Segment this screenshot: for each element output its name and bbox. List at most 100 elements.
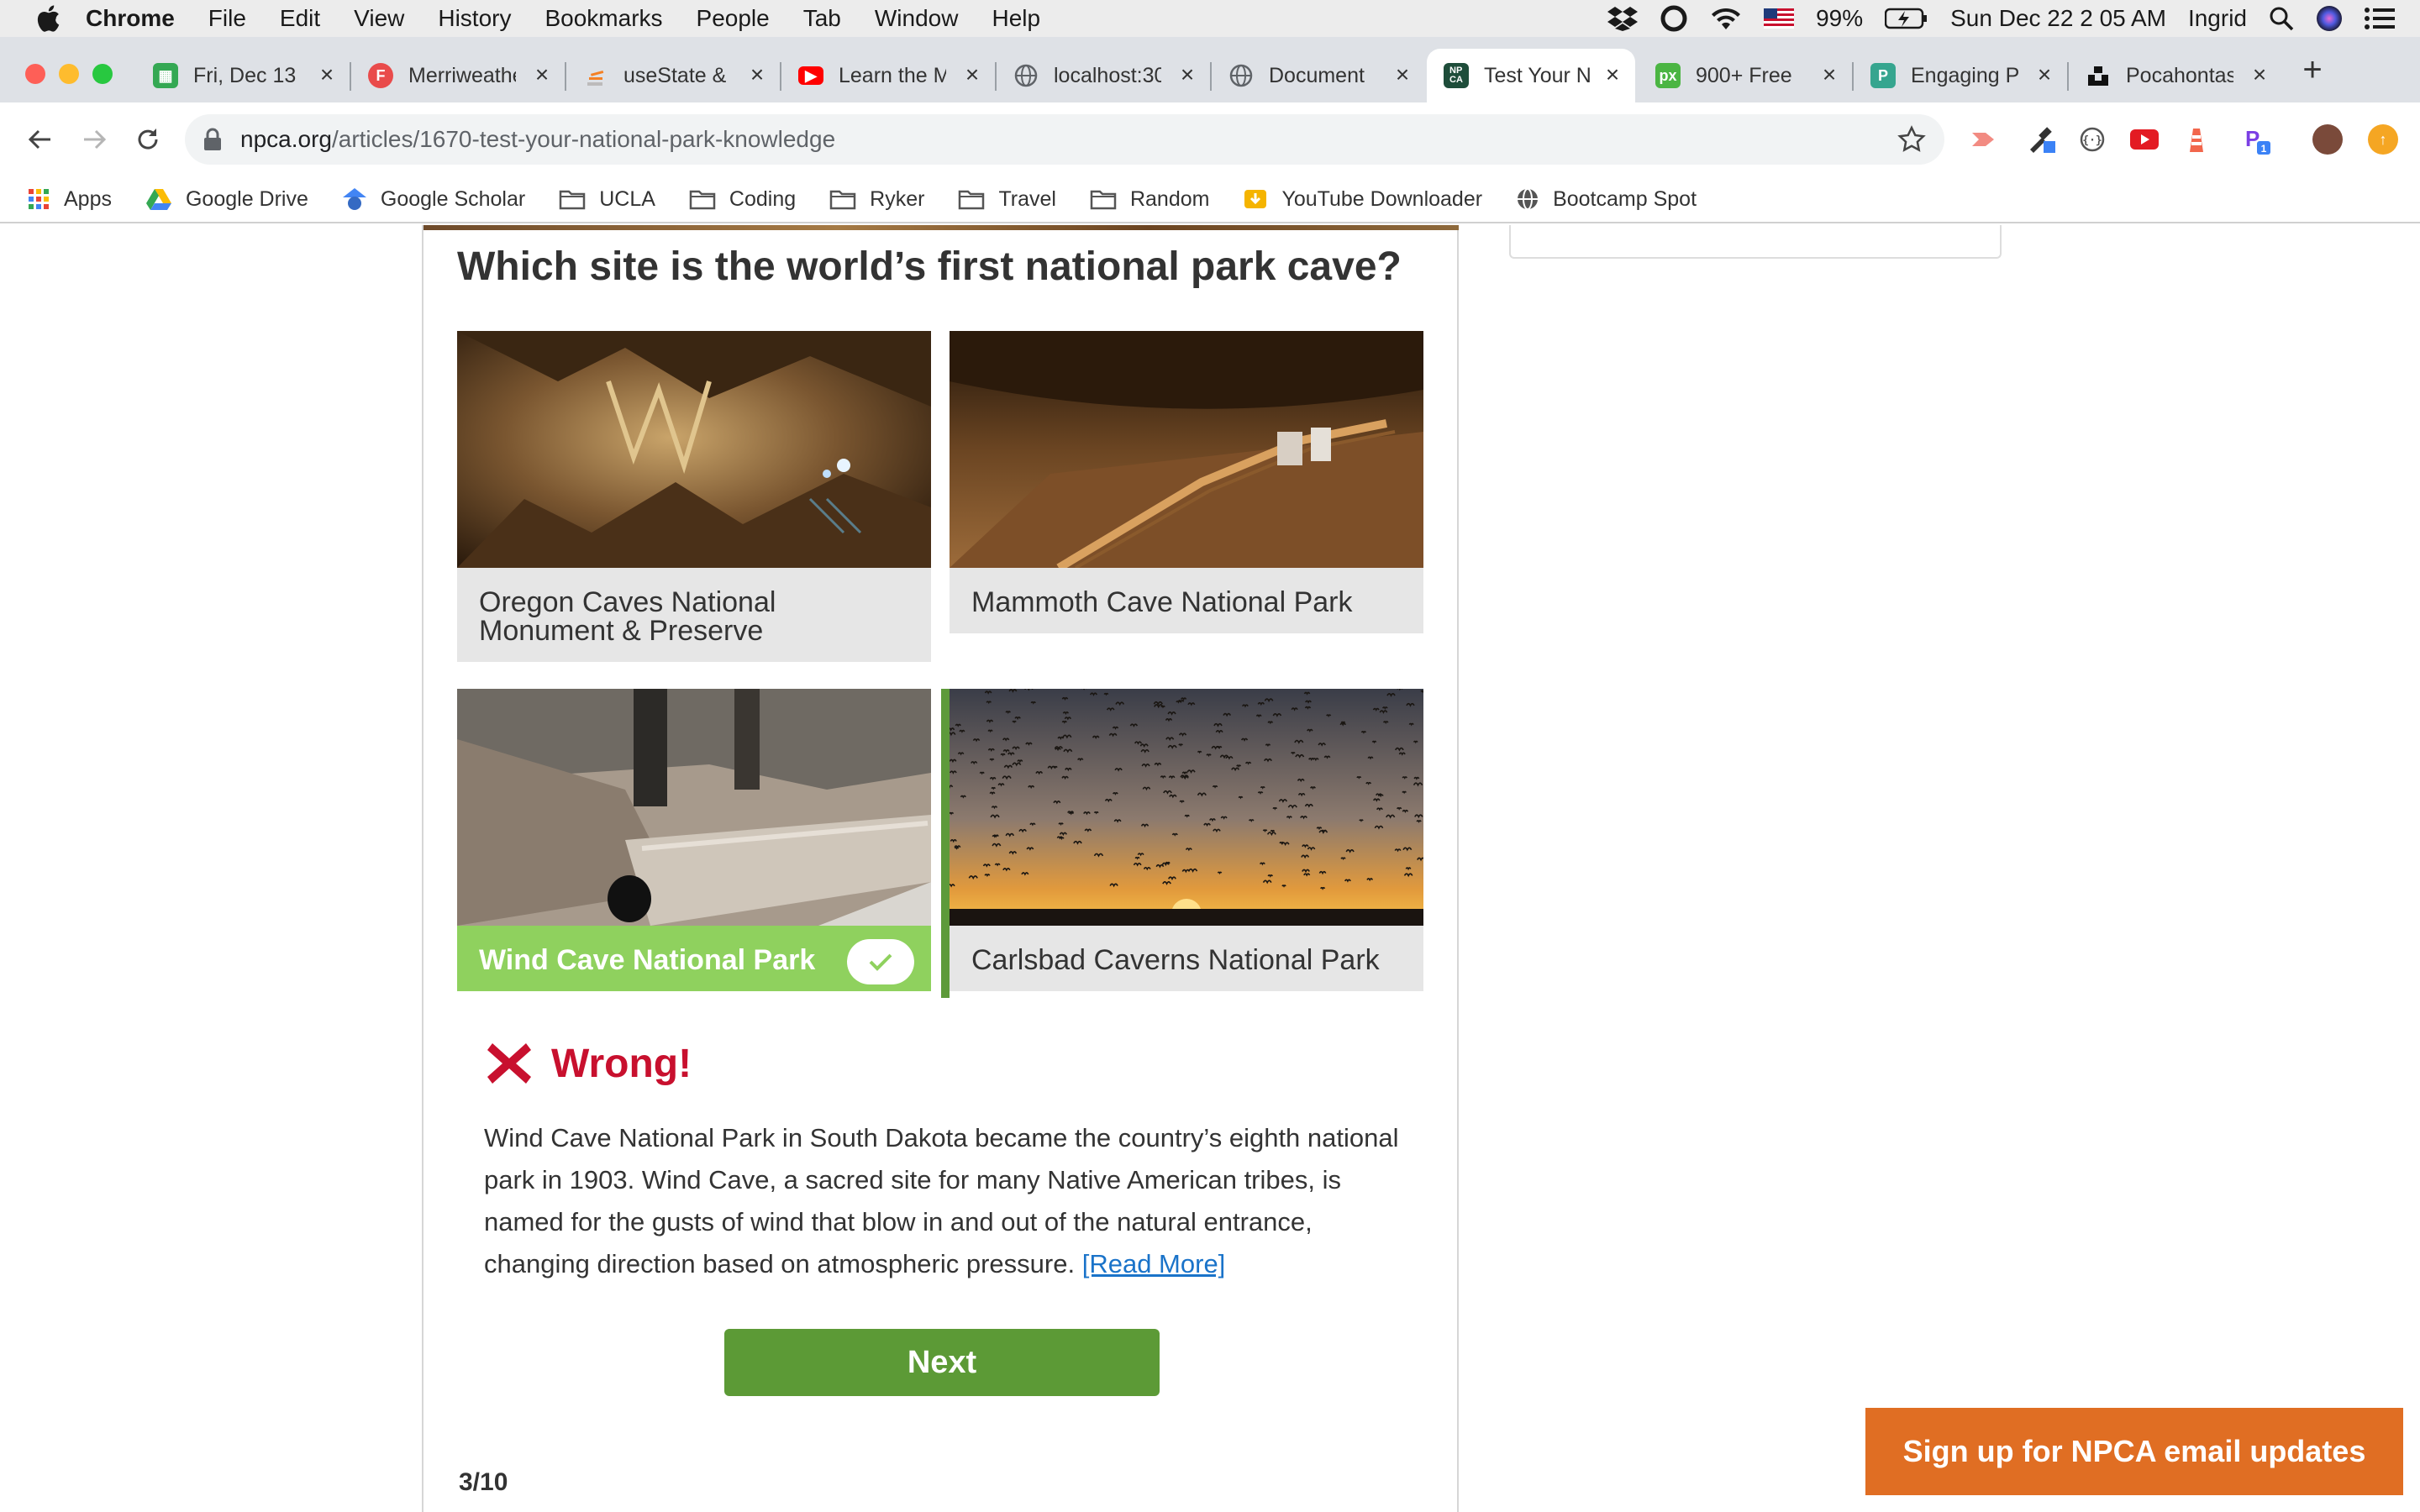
bookmark-folder-coding[interactable]: Coding — [689, 187, 796, 212]
notification-center-icon[interactable] — [2365, 7, 2395, 30]
tab-title: Merriweather — [408, 63, 516, 87]
bookmark-folder-ucla[interactable]: UCLA — [559, 187, 655, 212]
close-tab-icon[interactable]: × — [1176, 63, 1198, 87]
bookmark-label: Coding — [729, 186, 797, 211]
us-flag-icon[interactable] — [1764, 8, 1795, 29]
tab-4[interactable]: localhost:30 × — [997, 49, 1212, 102]
menu-tab[interactable]: Tab — [803, 5, 841, 32]
read-more-link[interactable]: [Read More] — [1082, 1249, 1226, 1278]
dropbox-icon[interactable] — [1607, 6, 1639, 31]
oregon-caves-photo — [457, 331, 931, 568]
answer-label: Oregon Caves National Monument & Preserv… — [457, 568, 931, 662]
answer-feedback: Wrong! — [486, 1040, 692, 1087]
bookmark-label: Travel — [998, 186, 1056, 211]
answer-option-wind-cave-correct[interactable]: Wind Cave National Park — [457, 689, 931, 998]
forward-icon[interactable] — [76, 121, 113, 158]
bookmark-folder-ryker[interactable]: Ryker — [829, 187, 924, 212]
siri-icon[interactable] — [2316, 5, 2343, 32]
tab-5[interactable]: Document × — [1212, 49, 1425, 102]
menu-window[interactable]: Window — [875, 5, 959, 32]
close-tab-icon[interactable]: × — [1818, 63, 1840, 87]
reload-icon[interactable] — [129, 121, 166, 158]
window-zoom-button[interactable] — [92, 64, 113, 84]
close-tab-icon[interactable]: × — [961, 63, 983, 87]
close-tab-icon[interactable]: × — [1392, 63, 1413, 87]
folder-icon — [559, 188, 586, 210]
tab-7[interactable]: px 900+ Free × — [1639, 49, 1854, 102]
menu-people[interactable]: People — [697, 5, 770, 32]
bookmark-apps[interactable]: Apps — [27, 187, 112, 212]
user-name[interactable]: Ingrid — [2188, 5, 2247, 32]
bookmark-google-scholar[interactable]: Google Scholar — [342, 186, 525, 212]
circle-status-icon[interactable] — [1660, 4, 1688, 33]
close-tab-icon[interactable]: × — [2033, 63, 2055, 87]
quiz-progress: 3/10 — [459, 1468, 508, 1496]
correct-check-icon — [847, 939, 914, 984]
clock[interactable]: Sun Dec 22 2 05 AM — [1950, 5, 2166, 32]
tab-2[interactable]: useState & × — [566, 49, 781, 102]
close-tab-icon[interactable]: × — [316, 63, 338, 87]
menu-app-name[interactable]: Chrome — [86, 5, 175, 32]
close-tab-icon[interactable]: × — [746, 63, 768, 87]
previous-question-image-edge — [424, 225, 1459, 230]
youtube-extension-icon[interactable] — [2129, 124, 2160, 155]
spotlight-search-icon[interactable] — [2269, 6, 2294, 31]
wind-cave-photo — [457, 689, 931, 926]
bookmark-google-drive[interactable]: Google Drive — [145, 187, 308, 212]
tab-8[interactable]: P Engaging Pr × — [1854, 49, 2069, 102]
back-icon[interactable] — [22, 121, 59, 158]
tab-title: Test Your N — [1484, 63, 1591, 87]
extension-arrow-icon[interactable] — [1970, 124, 2000, 155]
next-button[interactable]: Next — [724, 1329, 1160, 1396]
code-extension-icon[interactable]: {·} — [2077, 124, 2107, 155]
menu-bookmarks[interactable]: Bookmarks — [544, 5, 662, 32]
apple-logo-icon[interactable] — [35, 4, 60, 33]
answer-option-mammoth-cave[interactable]: Mammoth Cave National Park — [950, 331, 1423, 640]
menu-edit[interactable]: Edit — [280, 5, 320, 32]
carlsbad-bats-photo — [950, 689, 1423, 926]
bookmark-star-icon[interactable] — [1897, 125, 1926, 154]
tab-9[interactable]: Pocahontas × — [2069, 49, 2282, 102]
profile-avatar[interactable] — [2312, 124, 2343, 155]
f-logo-icon: F — [368, 63, 393, 88]
p-extension-icon[interactable]: P1 — [2242, 124, 2272, 155]
svg-text:{·}: {·} — [2082, 134, 2102, 147]
lock-icon[interactable] — [203, 128, 222, 151]
window-minimize-button[interactable] — [59, 64, 79, 84]
email-signup-button[interactable]: Sign up for NPCA email updates — [1865, 1408, 2403, 1495]
close-tab-icon[interactable]: × — [2249, 63, 2270, 87]
battery-charging-icon[interactable] — [1885, 8, 1928, 29]
macos-menu-bar: Chrome File Edit View History Bookmarks … — [0, 0, 2420, 37]
tab-title: Fri, Dec 13 2 — [193, 63, 301, 87]
menu-view[interactable]: View — [354, 5, 404, 32]
answer-option-oregon-caves[interactable]: Oregon Caves National Monument & Preserv… — [457, 331, 931, 667]
tab-6-active[interactable]: NP CA Test Your N × — [1427, 49, 1635, 102]
npca-icon: NP CA — [1444, 63, 1469, 88]
bookmark-folder-random[interactable]: Random — [1090, 187, 1209, 212]
close-tab-icon[interactable]: × — [1602, 63, 1623, 87]
battery-percent: 99% — [1816, 5, 1864, 31]
new-tab-icon[interactable]: + — [2297, 53, 2328, 87]
lighthouse-extension-icon[interactable] — [2181, 124, 2212, 155]
url-domain: npca.org — [240, 126, 332, 152]
menu-history[interactable]: History — [438, 5, 511, 32]
close-tab-icon[interactable]: × — [531, 63, 553, 87]
bookmark-youtube-downloader[interactable]: YouTube Downloader — [1243, 186, 1482, 212]
tab-1[interactable]: F Merriweather × — [351, 49, 566, 102]
update-available-icon[interactable]: ↑ — [2368, 124, 2398, 155]
bookmark-bootcamp-spot[interactable]: Bootcamp Spot — [1516, 187, 1697, 212]
window-close-button[interactable] — [25, 64, 45, 84]
bookmarks-bar: Apps Google Drive Google Scholar UCLA Co… — [0, 176, 2420, 223]
eyedropper-extension-icon[interactable] — [2027, 124, 2057, 155]
tab-3[interactable]: ▶ Learn the M × — [781, 49, 997, 102]
menu-file[interactable]: File — [208, 5, 246, 32]
menu-help[interactable]: Help — [992, 5, 1040, 32]
wrong-x-icon — [487, 1043, 531, 1084]
tab-0[interactable]: ▦ Fri, Dec 13 2 × — [136, 49, 351, 102]
address-bar[interactable]: npca.org/articles/1670-test-your-nationa… — [185, 114, 1944, 165]
selected-answer-indicator — [941, 689, 950, 998]
tab-title: useState & — [623, 63, 727, 87]
answer-option-carlsbad-caverns-selected[interactable]: Carlsbad Caverns National Park — [941, 689, 1423, 998]
wifi-icon[interactable] — [1710, 6, 1742, 31]
bookmark-folder-travel[interactable]: Travel — [958, 187, 1056, 212]
